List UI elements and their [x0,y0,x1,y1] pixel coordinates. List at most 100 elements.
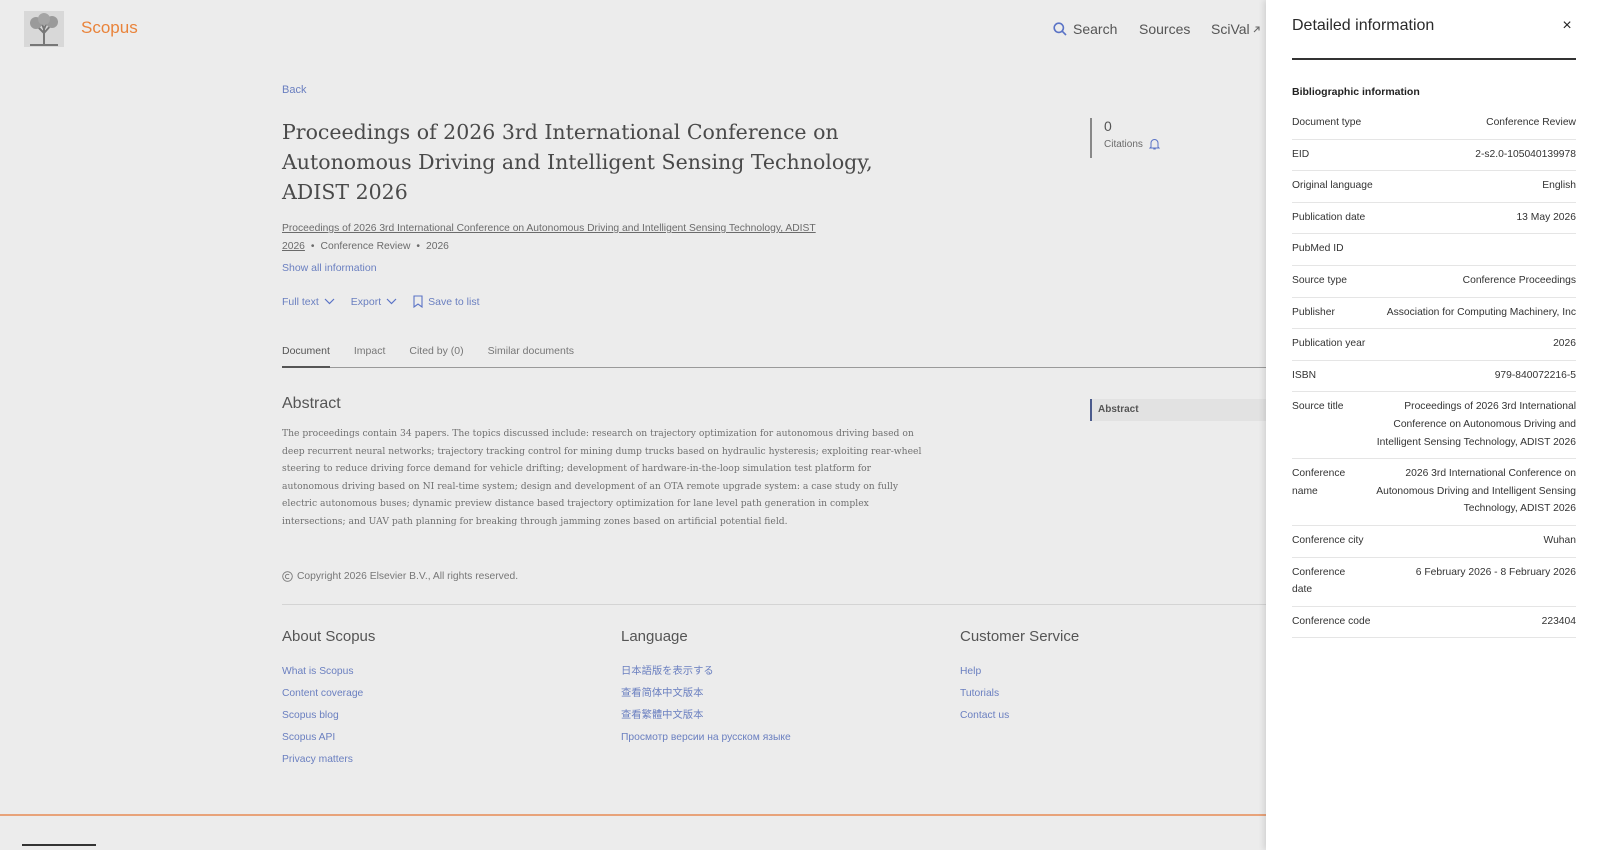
copyright-text: Copyright 2026 Elsevier B.V., All rights… [297,571,519,582]
citations-box: 0 Citations [1090,118,1160,158]
tab-document[interactable]: Document [282,342,330,368]
footer-about-heading: About Scopus [282,628,376,645]
bibliographic-key: PubMed ID [1292,243,1344,255]
bibliographic-row: Conference date 6 February 2026 - 8 Febru… [1292,558,1576,607]
bibliographic-key: Conference code [1292,615,1371,627]
bibliographic-row: EID 2-s2.0-105040139978 [1292,140,1576,172]
save-to-list-label: Save to list [428,295,480,308]
bibliographic-value [1344,240,1576,258]
export-label: Export [350,295,382,308]
full-text-label: Full text [282,295,319,308]
detailed-information-panel: Detailed information × Bibliographic inf… [1266,0,1600,850]
show-all-information-link[interactable]: Show all information [282,262,377,274]
citations-label-row: Citations [1104,138,1160,150]
citations-label: Citations [1104,138,1143,150]
footer-language-heading: Language [621,628,688,645]
bibliographic-key: Source title [1292,401,1344,413]
bibliographic-row: Publication date 13 May 2026 [1292,203,1576,235]
document-tabs: Document Impact Cited by (0) Similar doc… [282,342,1266,368]
footer-link-scopus-blog[interactable]: Scopus blog [282,705,375,727]
bibliographic-row: Conference name 2026 3rd International Co… [1292,459,1576,526]
bibliographic-key: Publisher [1292,306,1335,318]
footer-divider [282,604,1266,605]
bibliographic-row: Document type Conference Review [1292,108,1576,140]
save-to-list-button[interactable]: Save to list [413,295,479,308]
bibliographic-row: ISBN 979-840072216-5 [1292,361,1576,393]
footer-link-japanese[interactable]: 日本語版を表示する [621,661,791,683]
bibliographic-key: EID [1292,148,1310,160]
tab-impact[interactable]: Impact [354,342,386,368]
bibliographic-row: Conference code 223404 [1292,607,1576,639]
close-icon[interactable]: × [1558,17,1576,35]
back-link[interactable]: Back [282,84,306,96]
bibliographic-value: Conference Review [1486,117,1576,128]
document-actions: Full text Export Save to list [282,295,479,308]
bibliographic-key: Source type [1292,274,1347,286]
footer-service-column: Customer Service Help Tutorials Contact … [960,628,1079,727]
bibliographic-value: 979-840072216-5 [1494,369,1576,381]
bibliographic-value: 2026 3rd International Conference on Aut… [1376,468,1576,515]
bibliographic-row: Publisher Association for Computing Machi… [1292,298,1576,330]
abstract-heading: Abstract [282,395,341,412]
bibliographic-key: Conference city [1292,534,1364,546]
bibliographic-row: Conference city Wuhan [1292,526,1576,558]
bibliographic-row: PubMed ID [1292,234,1576,266]
bibliographic-value: English [1542,180,1576,192]
bibliographic-value: Association for Computing Machinery, Inc [1386,306,1576,318]
bibliographic-row: Source title Proceedings of 2026 3rd Inte… [1292,392,1576,460]
footer-link-what-is-scopus[interactable]: What is Scopus [282,661,375,683]
bibliographic-key: Publication year [1292,338,1366,350]
document-year: 2026 [426,241,449,252]
panel-title: Detailed information [1292,17,1435,34]
footer-link-scopus-api[interactable]: Scopus API [282,727,375,749]
footer-link-help[interactable]: Help [960,661,1079,683]
tab-similar-documents[interactable]: Similar documents [488,342,574,368]
bibliographic-value: 6 February 2026 - 8 February 2026 [1415,566,1576,578]
bibliographic-key: Document type [1292,117,1362,128]
bibliographic-value: Wuhan [1543,534,1576,546]
bibliographic-key: Conference name [1292,468,1346,497]
bibliographic-row: Original language English [1292,171,1576,203]
bibliographic-value: 223404 [1541,615,1576,627]
document-main: Back Proceedings of 2026 3rd Internation… [282,0,1266,850]
document-title: Proceedings of 2026 3rd International Co… [282,120,873,204]
export-button[interactable]: Export [351,295,397,308]
separator-dot: • [416,241,420,252]
bibliographic-value: Proceedings of 2026 3rd International Co… [1376,401,1576,448]
footer-accent-rule [0,814,1266,816]
footer-about-column: About Scopus What is Scopus Content cove… [282,628,375,771]
footer-link-tutorials[interactable]: Tutorials [960,683,1079,705]
panel-header: Detailed information × [1292,17,1576,60]
bell-icon[interactable] [1148,138,1160,150]
abstract-text: The proceedings contain 34 papers. The t… [282,428,922,527]
elsevier-tree-logo[interactable] [24,11,64,47]
bibliographic-key: Original language [1292,180,1373,192]
footer-link-traditional-chinese[interactable]: 查看繁體中文版本 [621,705,791,727]
scopus-brand[interactable]: Scopus [81,18,138,38]
bookmark-icon [413,295,423,308]
citations-count: 0 [1104,118,1112,134]
footer-service-heading: Customer Service [960,628,1080,645]
tab-cited-by[interactable]: Cited by (0) [409,342,463,368]
copyright: Copyright 2026 Elsevier B.V., All rights… [282,571,518,582]
copyright-icon [282,571,293,582]
footer-language-column: Language 日本語版を表示する 查看简体中文版本 查看繁體中文版本 Про… [621,628,791,749]
document-type: Conference Review [320,241,411,252]
bibliographic-key: Publication date [1292,211,1366,223]
footer-link-contact-us[interactable]: Contact us [960,705,1079,727]
footer-link-russian[interactable]: Просмотр версии на русском языке [621,727,791,749]
bibliographic-value: 13 May 2026 [1516,211,1576,223]
footer-link-content-coverage[interactable]: Content coverage [282,683,375,705]
bibliographic-value: 2026 [1553,338,1576,350]
full-text-button[interactable]: Full text [282,295,335,308]
bibliographic-value: Conference Proceedings [1462,274,1576,286]
source-info: Proceedings of 2026 3rd International Co… [282,220,872,256]
footer-link-privacy-matters[interactable]: Privacy matters [282,749,375,771]
outline-abstract-item[interactable]: Abstract [1090,399,1266,421]
bibliographic-list: Document type Conference Review EID 2-s2.0-… [1292,108,1576,639]
bibliographic-key: Conference date [1292,566,1346,596]
chevron-down-icon [386,298,397,305]
chevron-down-icon [324,298,335,305]
bibliographic-row: Source type Conference Proceedings [1292,266,1576,298]
footer-link-simplified-chinese[interactable]: 查看简体中文版本 [621,683,791,705]
